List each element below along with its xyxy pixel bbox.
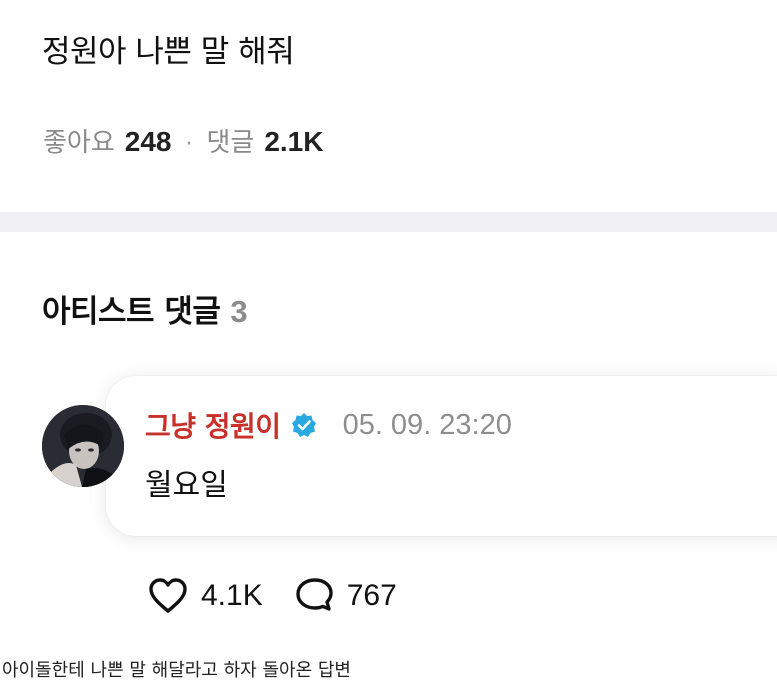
likes-label: 좋아요	[43, 128, 115, 158]
verified-badge-icon	[291, 412, 317, 438]
stats-separator: ·	[185, 132, 193, 157]
heart-icon	[149, 578, 187, 613]
comments-label: 댓글	[206, 128, 255, 158]
comment-bubble[interactable]	[106, 376, 777, 536]
comment-actions: 4.1K 767	[147, 576, 397, 616]
page: 정원아 나쁜 말 해줘 좋아요 248 · 댓글 2.1K 아티스트 댓글 3 그…	[0, 0, 777, 681]
artist-comments-title: 아티스트 댓글	[42, 294, 221, 330]
post-title: 정원아 나쁜 말 해줘	[42, 34, 295, 70]
comment-text: 월요일	[145, 468, 228, 503]
reply-button[interactable]: 767	[293, 576, 397, 616]
reply-count: 767	[346, 579, 397, 612]
section-divider	[0, 212, 777, 232]
artist-comments-count: 3	[230, 294, 248, 329]
post-stats: 좋아요 248 · 댓글 2.1K	[43, 122, 323, 159]
avatar-image	[42, 405, 124, 487]
like-button[interactable]: 4.1K	[147, 576, 263, 616]
speech-bubble-icon	[296, 578, 333, 611]
artist-comments-heading: 아티스트 댓글 3	[42, 286, 248, 331]
comment-timestamp: 05. 09. 23:20	[342, 408, 512, 441]
comment-author[interactable]: 그냥 정원이	[145, 405, 281, 445]
like-count: 4.1K	[201, 579, 263, 612]
avatar[interactable]	[42, 405, 124, 487]
comment-header: 그냥 정원이 05. 09. 23:20	[145, 405, 512, 445]
image-caption: 아이돌한테 나쁜 말 해달라고 하자 돌아온 답변	[2, 660, 351, 681]
likes-count: 248	[124, 126, 172, 157]
comments-count: 2.1K	[264, 126, 324, 157]
